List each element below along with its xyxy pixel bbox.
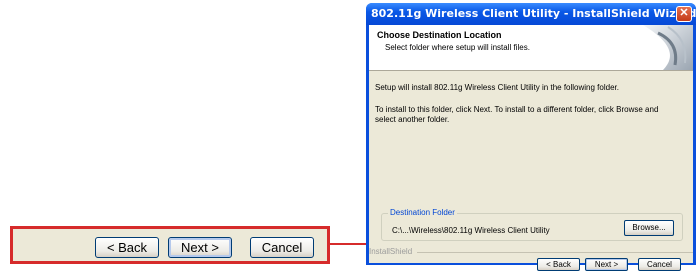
footer-divider — [417, 252, 693, 253]
title-bar[interactable]: 802.11g Wireless Client Utility - Instal… — [366, 3, 696, 25]
close-icon[interactable]: ✕ — [676, 6, 692, 22]
back-button[interactable]: < Back — [537, 258, 580, 271]
page-title: Choose Destination Location — [377, 30, 502, 40]
destination-folder-group: Destination Folder C:\...\Wireless\802.1… — [381, 208, 683, 241]
callout-back-button[interactable]: < Back — [95, 237, 159, 258]
callout-cancel-button[interactable]: Cancel — [250, 237, 314, 258]
zoom-callout-box: < Back Next > Cancel — [10, 226, 330, 264]
intro-text: Setup will install 802.11g Wireless Clie… — [375, 83, 619, 92]
installer-graphic-icon — [643, 25, 693, 70]
installshield-window: 802.11g Wireless Client Utility - Instal… — [366, 3, 696, 271]
window-title: 802.11g Wireless Client Utility - Instal… — [371, 7, 697, 20]
destination-folder-label: Destination Folder — [388, 208, 457, 217]
instructions-text: To install to this folder, click Next. T… — [375, 105, 659, 124]
callout-next-button[interactable]: Next > — [168, 237, 232, 258]
wizard-header: Choose Destination Location Select folde… — [369, 25, 693, 71]
dialog-client-area: Choose Destination Location Select folde… — [369, 25, 693, 271]
cancel-button[interactable]: Cancel — [638, 258, 681, 271]
page-subtitle: Select folder where setup will install f… — [385, 43, 530, 52]
installshield-brand: InstallShield — [369, 247, 413, 256]
next-button[interactable]: Next > — [585, 258, 628, 271]
destination-path: C:\...\Wireless\802.11g Wireless Client … — [392, 226, 550, 235]
browse-button[interactable]: Browse... — [624, 220, 674, 236]
